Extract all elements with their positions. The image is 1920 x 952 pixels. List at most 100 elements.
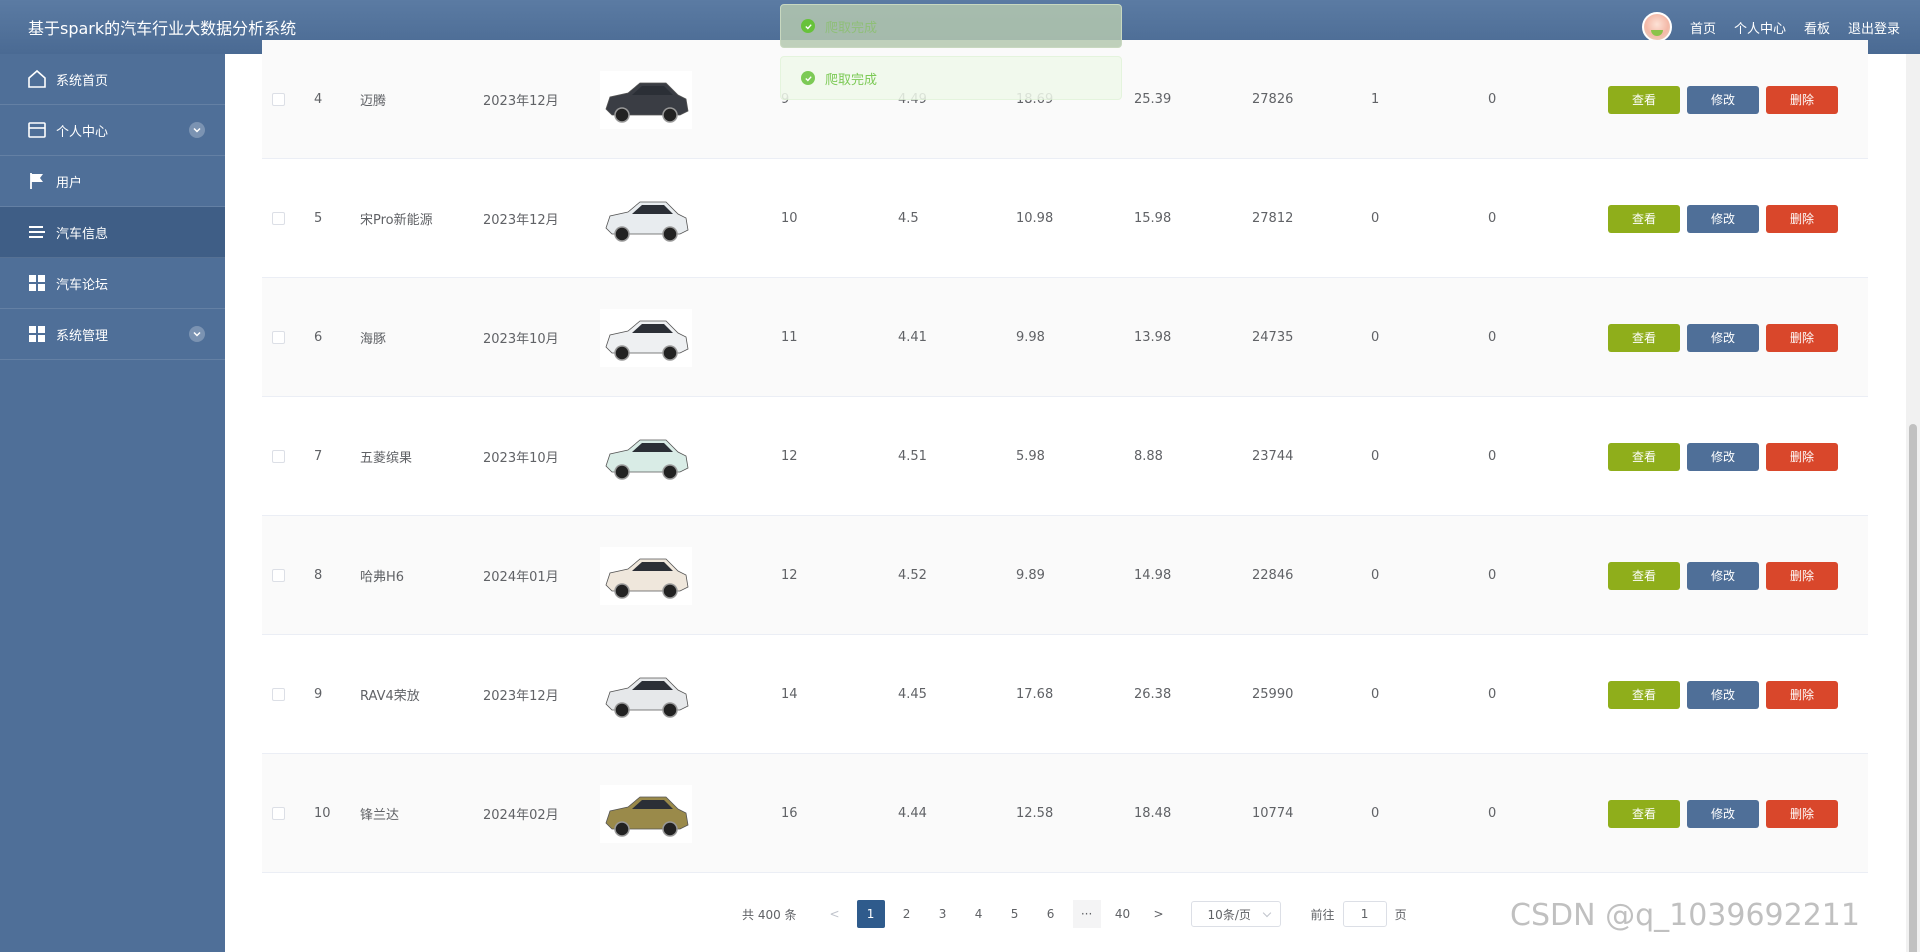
page-button[interactable]: 3 [929,900,957,928]
row-index: 6 [314,330,323,345]
delete-button[interactable]: 删除 [1766,85,1838,114]
page-button[interactable]: 1 [856,900,885,928]
car-name: 海豚 [360,332,387,347]
car-image[interactable] [600,427,692,486]
header-link-dashboard[interactable]: 看板 [1804,18,1830,37]
car-image[interactable] [600,308,692,367]
delete-button[interactable]: 删除 [1766,799,1838,828]
edit-button[interactable]: 修改 [1687,442,1759,471]
edit-button[interactable]: 修改 [1687,680,1759,709]
page-size-select[interactable]: 10条/页 [1190,901,1281,927]
col-value: 14.98 [1134,568,1172,583]
more-pages-button[interactable]: ··· [1072,900,1101,928]
car-name: 迈腾 [360,94,387,109]
goto-page-input[interactable] [1342,901,1387,927]
car-image-cell [600,397,692,516]
car-image[interactable] [600,784,692,843]
view-button[interactable]: 查看 [1608,680,1680,709]
page-button[interactable]: 6 [1037,900,1065,928]
delete-button[interactable]: 删除 [1766,680,1838,709]
car-name: 五菱缤果 [360,451,413,466]
car-image[interactable] [600,546,692,605]
col-value: 0 [1371,330,1380,345]
row-checkbox[interactable] [272,569,285,582]
release-date: 2024年02月 [483,808,559,823]
sidebar-item-car-info[interactable]: 汽车信息 [0,207,225,258]
car-image[interactable] [600,189,692,248]
row-checkbox[interactable] [272,93,285,106]
car-image-cell [600,754,692,873]
view-button[interactable]: 查看 [1608,323,1680,352]
view-button[interactable]: 查看 [1608,442,1680,471]
scrollbar-thumb[interactable] [1909,424,1917,952]
edit-button[interactable]: 修改 [1687,799,1759,828]
col-value: 0 [1488,687,1497,702]
header-link-home[interactable]: 首页 [1690,18,1716,37]
edit-button[interactable]: 修改 [1687,204,1759,233]
col-value: 8.88 [1134,449,1163,464]
col-value: 15.98 [1134,211,1172,226]
edit-button[interactable]: 修改 [1687,561,1759,590]
success-toast: 爬取完成 [780,56,1122,100]
page-button[interactable]: 2 [893,900,921,928]
sidebar-item-system[interactable]: 系统管理 [0,309,225,360]
row-checkbox[interactable] [272,807,285,820]
page-button[interactable]: 40 [1109,900,1137,928]
col-value: 10.98 [1016,211,1054,226]
row-select-cell [272,278,285,397]
avatar[interactable] [1641,12,1672,42]
delete-button[interactable]: 删除 [1766,442,1838,471]
row-select-cell [272,40,285,159]
sidebar-item-home[interactable]: 系统首页 [0,54,225,105]
car-image-cell [600,635,692,754]
edit-button[interactable]: 修改 [1687,323,1759,352]
row-actions: 查看 修改 删除 [1608,278,1845,397]
prev-page-button[interactable]: < [821,900,849,928]
col-value: 27826 [1252,92,1294,107]
sidebar-item-forum[interactable]: 汽车论坛 [0,258,225,309]
car-image[interactable] [600,665,692,724]
sidebar-item-profile[interactable]: 个人中心 [0,105,225,156]
row-index: 4 [314,92,323,107]
sidebar-item-label: 用户 [56,175,83,191]
sidebar-item-users[interactable]: 用户 [0,156,225,207]
view-button[interactable]: 查看 [1608,799,1680,828]
col-value: 0 [1371,568,1380,583]
col-value: 17.68 [1016,687,1054,702]
row-index: 5 [314,211,323,226]
col-value: 0 [1371,687,1380,702]
table-row: 8 哈弗H6 2024年01月 12 4.52 9.89 14.98 22846 0 0 查看 修改删… [262,516,1868,635]
car-image[interactable] [600,70,692,129]
pagination: 共 400 条 < 1 2 3 4 5 6 ··· 40 > 10条/页 前往 … [742,900,1407,928]
col-value: 0 [1488,449,1497,464]
row-checkbox[interactable] [272,450,285,463]
header-link-profile[interactable]: 个人中心 [1734,18,1786,37]
header-link-logout[interactable]: 退出登录 [1848,18,1900,37]
page-button[interactable]: 5 [1001,900,1029,928]
col-value: 9.89 [1016,568,1045,583]
col-value: 0 [1488,806,1497,821]
col-value: 9.98 [1016,330,1045,345]
car-image-cell [600,278,692,397]
pagination-total: 共 400 条 [742,907,797,922]
page-scrollbar[interactable] [1906,54,1920,952]
delete-button[interactable]: 删除 [1766,323,1838,352]
view-button[interactable]: 查看 [1608,561,1680,590]
col-value: 0 [1488,330,1497,345]
row-checkbox[interactable] [272,212,285,225]
view-button[interactable]: 查看 [1608,85,1680,114]
page-button[interactable]: 4 [965,900,993,928]
row-checkbox[interactable] [272,331,285,344]
delete-button[interactable]: 删除 [1766,561,1838,590]
col-value: 0 [1371,449,1380,464]
col-value: 13.98 [1134,330,1172,345]
view-button[interactable]: 查看 [1608,204,1680,233]
toast-text: 爬取完成 [825,72,878,88]
edit-button[interactable]: 修改 [1687,85,1759,114]
car-name: 宋Pro新能源 [360,213,433,228]
flag-icon [26,170,48,192]
delete-button[interactable]: 删除 [1766,204,1838,233]
chevron-down-icon [189,122,205,138]
next-page-button[interactable]: > [1145,900,1173,928]
row-checkbox[interactable] [272,688,285,701]
